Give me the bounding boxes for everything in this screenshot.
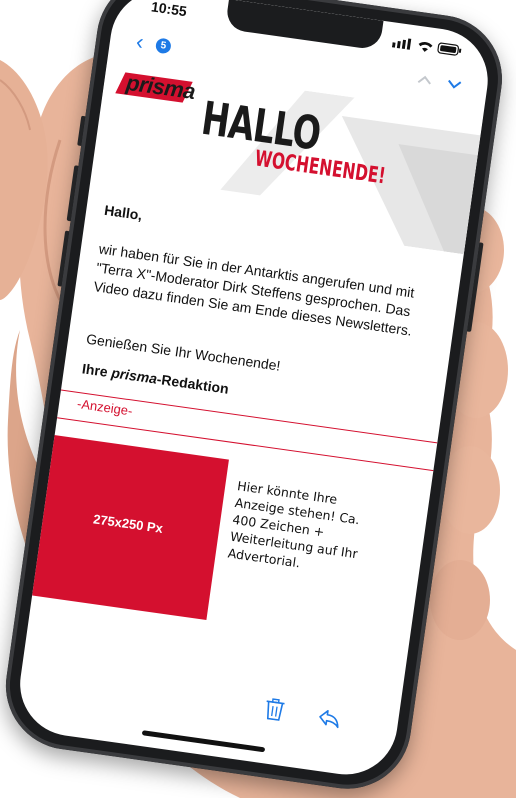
status-time: 10:55 (150, 0, 188, 20)
ad-placeholder[interactable]: 275x250 Px (26, 434, 229, 621)
wifi-icon (418, 42, 433, 52)
signature-brand: prisma (110, 364, 159, 387)
back-icon[interactable]: ‹ (135, 29, 146, 55)
status-icons (391, 38, 462, 56)
intro-paragraph: wir haben für Sie in der Antarktis anger… (92, 240, 416, 339)
signature-suffix: -Redaktion (155, 370, 230, 397)
unread-badge[interactable]: 5 (154, 37, 172, 55)
signature-prefix: Ihre (81, 360, 113, 381)
mail-toolbar (18, 657, 400, 749)
signature: Ihre prisma-Redaktion (81, 360, 230, 396)
chevron-down-icon[interactable] (446, 76, 462, 92)
chevron-up-icon[interactable] (417, 72, 433, 88)
signal-icon (391, 42, 396, 48)
ad-size-label: 275x250 Px (92, 511, 164, 536)
reply-icon[interactable] (317, 707, 342, 730)
trash-icon[interactable] (263, 697, 286, 722)
ad-text: Hier könnte Ihre Anzeige stehen! Ca. 400… (226, 478, 361, 571)
